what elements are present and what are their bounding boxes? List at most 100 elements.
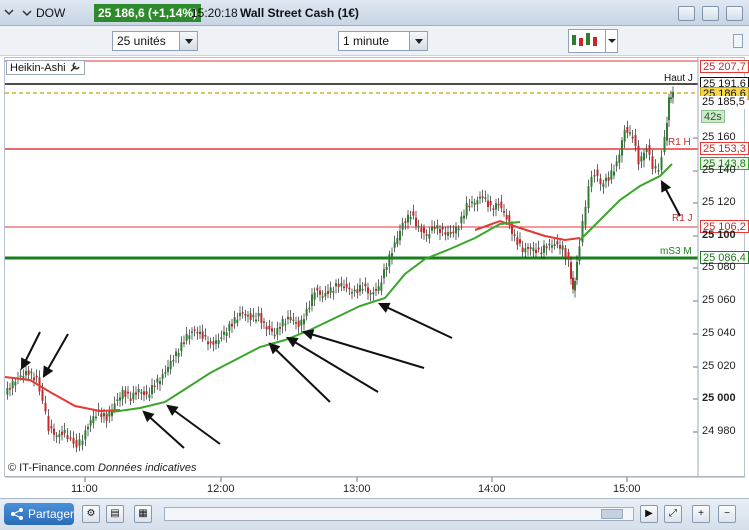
candle-body xyxy=(452,231,455,234)
r1-hebdo-tag: 25 153,3 xyxy=(700,142,749,155)
candle-body xyxy=(590,176,593,187)
y-axis-tick-label: 25 000 xyxy=(702,392,736,404)
candle-body xyxy=(570,262,572,279)
share-button-label: Partager xyxy=(28,507,75,521)
candle-body xyxy=(135,392,137,395)
candle-body xyxy=(364,283,367,287)
chart-scrollbar[interactable] xyxy=(164,507,634,521)
share-button[interactable]: Partager xyxy=(4,503,74,525)
candle-body xyxy=(567,252,570,260)
layout-icon[interactable]: ▦ xyxy=(134,505,152,523)
y-axis-tick-label: 25 020 xyxy=(702,360,736,372)
zoom-out-icon[interactable]: − xyxy=(718,505,736,523)
candle-body xyxy=(35,375,38,378)
candle-body xyxy=(524,248,527,253)
annotation-arrow xyxy=(303,331,425,369)
candle-body xyxy=(576,261,578,280)
candle-body xyxy=(401,222,404,230)
candle-body xyxy=(255,319,257,322)
candle-body xyxy=(180,342,183,352)
candle-body xyxy=(124,390,127,397)
candle-body xyxy=(521,247,524,252)
candle-body xyxy=(228,323,231,331)
candle-body xyxy=(428,234,431,239)
candle-body xyxy=(329,287,332,293)
candle-body xyxy=(463,215,465,219)
candle-body xyxy=(260,313,263,323)
candle-body xyxy=(663,137,666,153)
candle-body xyxy=(353,289,356,292)
candle-body xyxy=(303,319,305,325)
reset-zoom-icon[interactable]: ⤢ xyxy=(664,505,682,523)
candle-body xyxy=(207,341,209,345)
candle-body xyxy=(561,245,564,250)
candle-body xyxy=(129,398,132,401)
candle-body xyxy=(217,340,220,344)
candle-body xyxy=(343,286,345,289)
candle-body xyxy=(257,313,260,317)
candle-body xyxy=(599,178,602,185)
candle-body xyxy=(537,247,540,250)
candle-body xyxy=(495,203,497,210)
arrow-head xyxy=(166,404,179,416)
candle-body xyxy=(489,201,492,206)
scrollbar-thumb[interactable] xyxy=(601,509,623,519)
candle-body xyxy=(593,174,596,177)
x-axis-tick-label: 12:00 xyxy=(207,483,235,495)
candle-body xyxy=(444,232,447,235)
settings-icon[interactable]: ⚙ xyxy=(82,505,100,523)
candle-body xyxy=(177,352,180,357)
candle-body xyxy=(313,292,316,300)
wrench-icon[interactable] xyxy=(69,61,81,72)
price-chart[interactable] xyxy=(0,0,749,530)
candle-body xyxy=(369,292,372,295)
candle-body xyxy=(516,237,519,245)
candle-body xyxy=(167,366,169,373)
candle-body xyxy=(393,242,396,248)
candle-body xyxy=(610,170,613,180)
bottom-toolbar: Partager ⚙ ▤ ▦ ▶ ⤢ + − xyxy=(0,498,749,530)
candle-body xyxy=(626,127,629,133)
candle-body xyxy=(468,205,471,208)
countdown-tag: 42s xyxy=(701,110,725,123)
candle-body xyxy=(137,388,140,393)
candle-body xyxy=(84,430,87,440)
zoom-in-icon[interactable]: + xyxy=(692,505,710,523)
candle-body xyxy=(455,226,457,234)
indicator-label-text: Heikin-Ashi xyxy=(10,62,66,74)
position-price-tag: 25 185,5 xyxy=(700,96,747,109)
y-axis-tick-label: 25 120 xyxy=(702,196,736,208)
scroll-right-icon[interactable]: ▶ xyxy=(640,505,658,523)
candle-body xyxy=(543,245,545,253)
candle-body xyxy=(640,156,643,162)
candle-body xyxy=(244,314,247,316)
candle-body xyxy=(605,177,607,182)
candle-body xyxy=(637,146,640,165)
candle-body xyxy=(648,145,651,155)
candle-body xyxy=(140,392,143,394)
candle-body xyxy=(615,161,618,167)
candle-body xyxy=(108,411,111,417)
candle-body xyxy=(113,403,116,410)
candle-body xyxy=(645,148,648,152)
candle-body xyxy=(281,319,284,327)
candle-body xyxy=(545,246,548,249)
candle-body xyxy=(535,249,537,254)
print-icon[interactable]: ▤ xyxy=(106,505,124,523)
candle-body xyxy=(587,186,590,208)
candle-body xyxy=(169,360,172,370)
candle-body xyxy=(249,313,252,320)
candle-body xyxy=(191,331,193,334)
candle-body xyxy=(172,359,175,362)
candle-body xyxy=(75,440,78,448)
candle-body xyxy=(578,246,581,262)
candle-body xyxy=(11,380,14,389)
arrow-head xyxy=(20,357,31,371)
candle-body xyxy=(660,156,663,170)
candle-body xyxy=(621,140,623,156)
candle-body xyxy=(87,426,89,430)
moving-average-red xyxy=(4,219,581,413)
indicator-label[interactable]: Heikin-Ashi xyxy=(6,60,85,75)
candle-body xyxy=(439,228,441,233)
candle-body xyxy=(287,316,289,320)
